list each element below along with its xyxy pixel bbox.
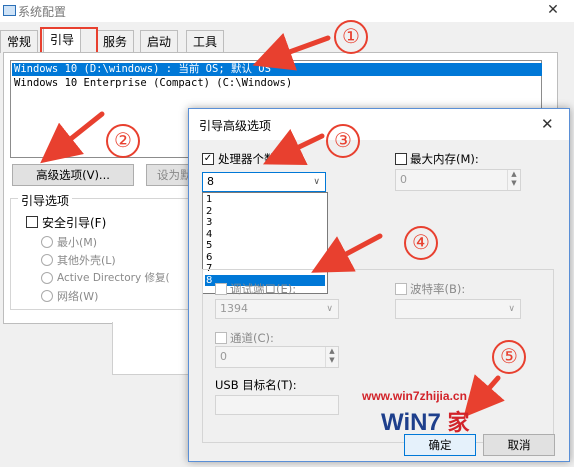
annotation-arrows <box>40 32 505 418</box>
step-marker-3: ③ <box>326 124 360 158</box>
step-marker-4: ④ <box>404 226 438 260</box>
watermark-logo-text: WiN7 <box>381 409 441 436</box>
step-marker-1: ① <box>334 20 368 54</box>
arrow-5 <box>463 374 505 418</box>
arrow-2 <box>40 111 105 164</box>
watermark-url: www.win7zhijia.cn <box>362 389 467 403</box>
arrow-1 <box>252 32 331 71</box>
watermark-logo-suffix: 家 <box>447 410 470 435</box>
arrow-4 <box>311 233 383 273</box>
step-marker-5: ⑤ <box>492 340 526 374</box>
step-marker-2: ② <box>106 124 140 158</box>
watermark-logo: WiN7 家 <box>381 405 469 437</box>
arrow-3 <box>262 128 325 166</box>
